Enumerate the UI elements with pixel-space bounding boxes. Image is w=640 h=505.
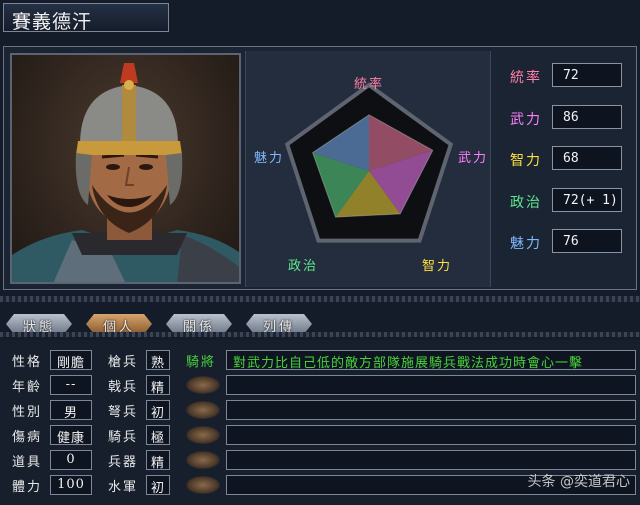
gender-value: 男 [50, 400, 92, 421]
empty-skill-slot[interactable] [226, 400, 636, 420]
item-value: 0 [50, 450, 92, 470]
radar-label-tongshuai: 統率 [354, 77, 385, 92]
stat-row-wuli: 武力 86 [500, 104, 626, 131]
empty-skill-icon[interactable] [186, 426, 220, 444]
stat-label: 智力 [510, 153, 542, 169]
stat-row-meili: 魅力 76 [500, 229, 626, 255]
empty-skill-icon[interactable] [186, 451, 220, 469]
aptitude-cavalry-value: 極 [146, 425, 170, 446]
tab-relations[interactable]: 關係 [166, 314, 232, 334]
stat-value: 76 [552, 229, 622, 253]
stat-value: 86 [552, 104, 622, 129]
aptitude-spear-value: 熟 [146, 350, 170, 371]
aptitude-cavalry-label: 騎兵 [108, 430, 139, 445]
health-label: 傷病 [12, 430, 43, 445]
stat-label: 魅力 [510, 236, 542, 252]
watermark: 头条 @奕道君心 [527, 474, 630, 490]
stamina-label: 體力 [12, 480, 43, 495]
stat-row-zhengzhi: 政治 72(+ 1) [500, 187, 626, 214]
tab-personal[interactable]: 個人 [86, 314, 152, 334]
radar-chart-area: 統率 武力 智力 政治 魅力 [245, 51, 491, 287]
general-portrait [10, 53, 241, 284]
aptitude-siege-value: 精 [146, 450, 170, 471]
skill-name: 騎將 [186, 355, 217, 370]
stat-row-zhili: 智力 68 [500, 146, 626, 172]
empty-skill-icon[interactable] [186, 476, 220, 494]
stat-label: 武力 [510, 111, 542, 128]
aptitude-halberd-label: 戟兵 [108, 380, 139, 395]
stat-row-tongshuai: 統率 72 [500, 63, 626, 89]
stats-list: 統率 72 武力 86 智力 68 政治 72(+ 1) 魅力 76 [500, 63, 626, 271]
stat-value: 72 [552, 63, 622, 87]
empty-skill-slot[interactable] [226, 375, 636, 395]
divider [0, 296, 640, 302]
empty-skill-slot[interactable] [226, 425, 636, 445]
aptitude-crossbow-label: 弩兵 [108, 405, 139, 420]
aptitude-navy-label: 水軍 [108, 480, 139, 495]
portrait-image [12, 63, 239, 282]
gender-label: 性別 [12, 405, 43, 420]
aptitude-navy-value: 初 [146, 475, 170, 496]
skill-description-box: 對武力比自己低的敵方部隊施展騎兵戰法成功時會心一擊 [226, 350, 636, 371]
tab-status[interactable]: 狀態 [6, 314, 72, 334]
stat-value: 68 [552, 146, 622, 170]
personality-label: 性格 [12, 355, 43, 370]
age-label: 年齡 [12, 380, 43, 395]
aptitude-crossbow-value: 初 [146, 400, 170, 421]
general-name: 賽義德汗 [3, 3, 169, 33]
stat-label: 統率 [510, 70, 542, 86]
stamina-value: 100 [50, 475, 92, 495]
empty-skill-slot[interactable] [226, 450, 636, 470]
age-value: -- [50, 375, 92, 395]
personality-value: 剛膽 [50, 350, 92, 371]
stat-value: 72(+ 1) [552, 187, 622, 212]
tab-biography[interactable]: 列傳 [246, 314, 312, 334]
radar-label-wuli: 武力 [458, 151, 489, 166]
radar-label-meili: 魅力 [254, 151, 285, 166]
stat-label: 政治 [510, 194, 542, 211]
empty-skill-icon[interactable] [186, 376, 220, 394]
radar-label-zhili: 智力 [422, 259, 453, 274]
aptitude-halberd-value: 精 [146, 375, 170, 396]
aptitude-siege-label: 兵器 [108, 455, 139, 470]
radar-label-zhengzhi: 政治 [288, 259, 319, 274]
item-label: 道具 [12, 455, 43, 470]
skill-description: 對武力比自己低的敵方部隊施展騎兵戰法成功時會心一擊 [233, 356, 584, 371]
empty-skill-icon[interactable] [186, 401, 220, 419]
divider [0, 332, 640, 337]
aptitude-spear-label: 槍兵 [108, 355, 139, 370]
health-value: 健康 [50, 425, 92, 446]
status-panel: 統率 武力 智力 政治 魅力 統率 72 武力 86 智力 68 政治 72(+… [3, 46, 637, 290]
